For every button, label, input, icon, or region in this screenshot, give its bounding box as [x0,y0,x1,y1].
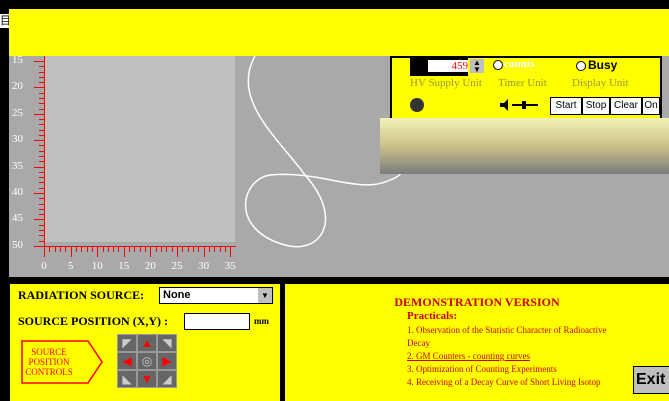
practical-item-4[interactable]: 4. Receiving of a Decay Curve of Short L… [407,376,665,389]
arrow-right-icon: ▶ [162,354,172,368]
move-down-right-button[interactable]: ◢ [157,370,177,388]
arrow-up-right-icon: ◥ [162,336,172,350]
stop-button[interactable]: Stop [582,97,610,115]
demo-panel: DEMONSTRATION VERSION Practicals: 1. Obs… [285,284,669,401]
x-tick-label: 35 [224,260,236,272]
move-right-button[interactable]: ▶ [157,352,177,370]
on-button[interactable]: On [642,97,660,115]
y-tick-label: 35 [12,159,23,172]
counter-value: 459 [428,60,468,72]
exit-button[interactable]: Exit [633,366,669,394]
x-tick-label: 5 [67,260,74,272]
busy-label: Busy [588,58,618,72]
spc-line-2: POSITION [28,357,70,367]
speaker-icon[interactable] [498,98,542,112]
counter-spinner[interactable]: ▲ ▼ [470,59,484,74]
target-icon: ◎ [141,354,153,368]
device-front-panel: 459 ▲ ▼ counts Busy HV Supply Unit Timer … [390,56,662,120]
y-tick-label: 20 [12,80,23,93]
unit-label: mm [254,316,269,326]
arrow-up-icon: ▲ [141,336,153,350]
arrow-down-right-icon: ◢ [162,372,172,386]
y-tick-label: 40 [12,186,23,198]
practical-item-3[interactable]: 3. Optimization of Counting Experiments [407,363,665,376]
source-position-controls-label: SOURCE POSITION CONTROLS [24,347,74,377]
y-tick-label: 50 [12,238,23,251]
move-down-left-button[interactable]: ◣ [117,370,137,388]
timer-unit-label: Timer Unit [498,77,547,89]
move-up-button[interactable]: ▲ [137,334,157,352]
move-down-button[interactable]: ▼ [137,370,157,388]
move-up-left-button[interactable]: ◤ [117,334,137,352]
simulation-window: 目 459 ▲ ▼ counts Busy HV Supply Unit Time… [0,0,669,401]
arrow-down-icon: ▼ [141,372,153,386]
y-tick-label: 30 [12,133,23,146]
x-tick-label: 15 [118,260,130,272]
gm-counter-device: 459 ▲ ▼ counts Busy HV Supply Unit Timer … [380,56,669,174]
device-shadow [380,118,669,174]
display-unit-label: Display Unit [572,77,629,89]
spc-line-1: SOURCE [31,347,67,357]
practicals-label: Practicals: [407,310,458,322]
busy-radio[interactable] [576,61,586,71]
practical-item-1[interactable]: 1. Observation of the Statistic Characte… [407,324,665,337]
move-up-right-button[interactable]: ◥ [157,334,177,352]
arrow-up-left-icon: ◤ [122,336,132,350]
counts-radio[interactable] [493,60,503,70]
radiation-source-label: RADIATION SOURCE: [18,288,145,302]
counts-label: counts [504,58,535,70]
y-tick-label: 15 [12,54,23,66]
start-button[interactable]: Start [550,97,582,115]
move-left-button[interactable]: ◀ [117,352,137,370]
radiation-source-select[interactable]: None ▼ [159,287,273,304]
arrow-left-icon: ◀ [122,354,132,368]
practicals-list: 1. Observation of the Statistic Characte… [407,324,665,389]
y-tick-label: 45 [12,212,23,225]
source-position-label: SOURCE POSITION (X,Y) : [18,314,169,328]
spc-line-3: CONTROLS [25,367,73,377]
practical-item-2-link[interactable]: 2. GM Counters - counting curves [407,350,665,363]
y-tick-label: 25 [12,106,23,119]
x-tick-label: 20 [144,260,156,272]
practical-item-1-cont[interactable]: Decay [407,337,665,350]
radiation-source-value: None [163,289,191,301]
x-tick-label: 25 [171,260,183,272]
clear-button[interactable]: Clear [610,97,642,115]
source-position-input[interactable] [184,313,250,330]
chevron-down-icon[interactable]: ▼ [258,288,272,303]
source-panel: RADIATION SOURCE: None ▼ SOURCE POSITION… [10,284,280,401]
x-tick-label: 10 [91,260,103,272]
demo-title: DEMONSTRATION VERSION [394,295,560,309]
arrow-down-left-icon: ◣ [122,372,132,386]
x-tick-label: 30 [198,260,210,272]
hv-supply-label: HV Supply Unit [410,77,482,89]
center-button[interactable]: ◎ [137,352,157,370]
x-tick-label: 0 [41,260,47,272]
direction-pad: ◤ ▲ ◥ ◀ ◎ ▶ ◣ ▼ ◢ [117,334,179,390]
counter-display: 459 ▲ ▼ [410,58,484,76]
gm-knob-icon[interactable] [410,98,424,112]
